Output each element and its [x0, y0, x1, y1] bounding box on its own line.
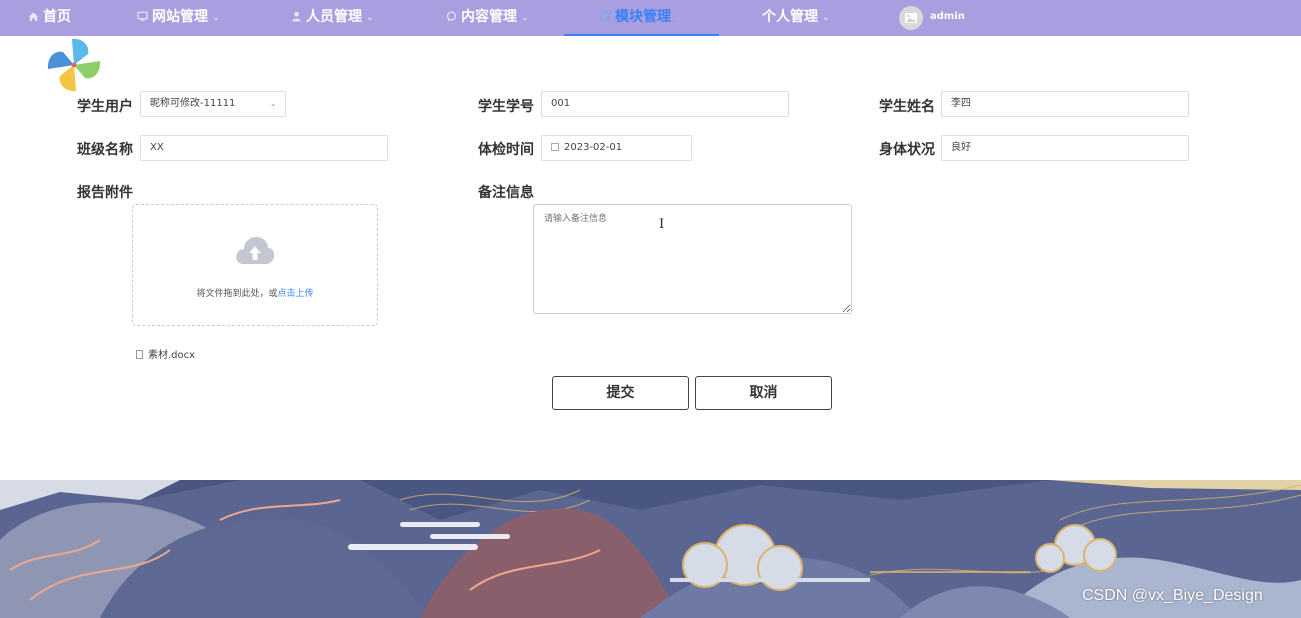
- submit-button[interactable]: 提交: [552, 376, 689, 410]
- module-icon: [600, 11, 611, 22]
- csdn-watermark: CSDN @vx_Biye_Design: [1082, 587, 1263, 604]
- avatar[interactable]: [899, 6, 923, 30]
- nav-item-module-management[interactable]: 模块管理 ⌄: [600, 0, 683, 36]
- upload-hint-text: 将文件拖到此处，或: [196, 289, 278, 299]
- nav-item-content-management[interactable]: 内容管理 ⌄: [446, 0, 529, 36]
- pinwheel-logo-icon: [47, 38, 101, 92]
- home-icon: [28, 12, 39, 22]
- class-name-input[interactable]: XX: [140, 135, 388, 161]
- nav-label-home: 首页: [43, 9, 71, 25]
- image-avatar-icon: [905, 13, 917, 23]
- cloud-upload-icon: [236, 237, 275, 264]
- exam-time-value: 2023-02-01: [564, 142, 623, 153]
- chevron-down-icon: ⌄: [269, 99, 277, 109]
- chevron-down-icon: ⌄: [521, 13, 529, 23]
- active-tab-indicator: [564, 34, 719, 36]
- document-icon: [136, 350, 143, 359]
- nav-label-content-management: 内容管理: [461, 9, 517, 25]
- health-status-input[interactable]: 良好: [941, 135, 1189, 161]
- user-name[interactable]: admin: [930, 0, 965, 36]
- class-name-label: 班级名称: [77, 142, 133, 158]
- calendar-icon: [551, 143, 559, 151]
- exam-time-picker[interactable]: 2023-02-01: [541, 135, 692, 161]
- cancel-button[interactable]: 取消: [695, 376, 832, 410]
- exam-time-label: 体检时间: [478, 142, 534, 158]
- student-user-select[interactable]: 昵称可修改-11111 ⌄: [140, 91, 286, 117]
- nav-item-personal-management[interactable]: 个人管理 ⌄: [762, 0, 830, 36]
- student-user-value: 昵称可修改-11111: [150, 98, 236, 109]
- chevron-down-icon: ⌄: [822, 13, 830, 23]
- nav-label-personal-management: 个人管理: [762, 9, 818, 25]
- student-id-input[interactable]: 001: [541, 91, 789, 117]
- uploaded-file[interactable]: 素材.docx: [136, 346, 195, 361]
- student-id-label: 学生学号: [478, 99, 534, 115]
- upload-hint: 将文件拖到此处，或点击上传: [133, 286, 377, 299]
- user-icon: [292, 11, 301, 22]
- nav-label-site-management: 网站管理: [152, 9, 208, 25]
- remark-textarea[interactable]: [533, 204, 852, 314]
- nav-item-site-management[interactable]: 网站管理 ⌄: [137, 0, 220, 36]
- text-cursor-icon: I: [659, 217, 665, 232]
- upload-link[interactable]: 点击上传: [278, 289, 314, 299]
- student-name-input[interactable]: 李四: [941, 91, 1189, 117]
- health-status-label: 身体状况: [879, 142, 935, 158]
- chevron-down-icon: ⌄: [366, 13, 374, 23]
- upload-dropzone[interactable]: 将文件拖到此处，或点击上传: [132, 204, 378, 326]
- chat-icon: [446, 11, 457, 22]
- nav-label-personnel-management: 人员管理: [306, 9, 362, 25]
- remark-label: 备注信息: [478, 185, 534, 201]
- nav-item-personnel-management[interactable]: 人员管理 ⌄: [291, 0, 374, 36]
- top-nav-bar: 首页 网站管理 ⌄ 人员管理 ⌄ 内容管理 ⌄ 模块管理 ⌄ 个人管理 ⌄ admin: [0, 0, 1301, 36]
- student-name-label: 学生姓名: [879, 99, 935, 115]
- student-user-label: 学生用户: [77, 99, 133, 115]
- nav-label-module-management: 模块管理: [615, 9, 671, 25]
- chevron-down-icon: ⌄: [675, 13, 683, 23]
- monitor-icon: [137, 11, 148, 21]
- nav-item-home[interactable]: 首页: [28, 0, 71, 36]
- chevron-down-icon: ⌄: [212, 13, 220, 23]
- attachment-label: 报告附件: [77, 185, 133, 201]
- uploaded-file-name: 素材.docx: [148, 350, 196, 361]
